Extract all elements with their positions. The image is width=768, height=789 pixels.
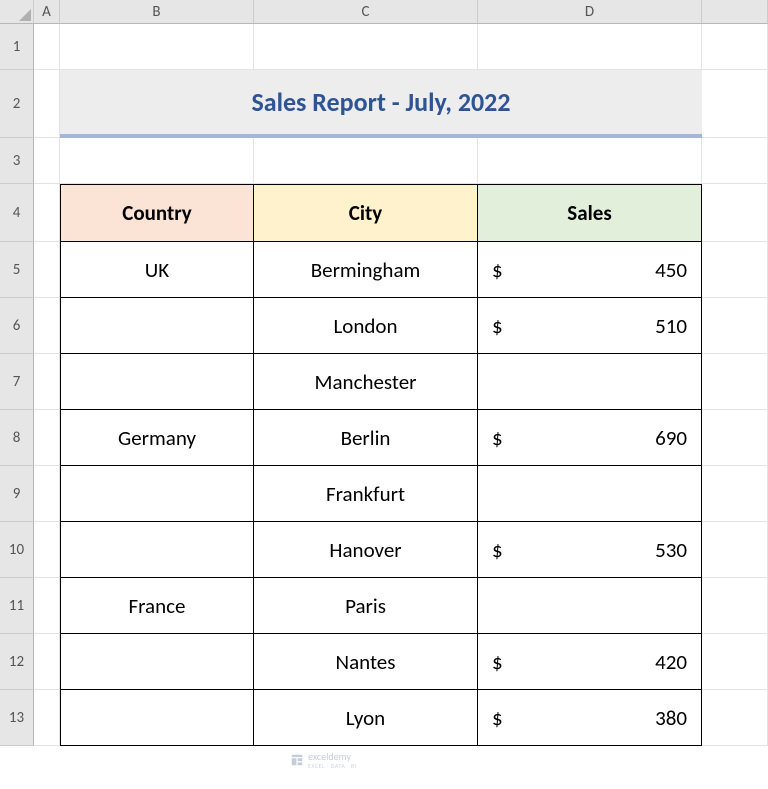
cell-country-3[interactable]: Germany [60, 410, 254, 466]
cell-E12[interactable] [702, 634, 768, 690]
cell-country-1[interactable] [60, 298, 254, 354]
currency-symbol: $ [492, 313, 503, 339]
row-header-1[interactable]: 1 [0, 24, 34, 70]
cell-sales-5[interactable]: $530 [478, 522, 702, 578]
currency-symbol: $ [492, 257, 503, 283]
col-header-extra[interactable] [702, 0, 768, 24]
cell-E3[interactable] [702, 138, 768, 184]
cell-country-2[interactable] [60, 354, 254, 410]
col-header-B[interactable]: B [60, 0, 254, 24]
cell-D1[interactable] [478, 24, 702, 70]
cell-city-6[interactable]: Paris [254, 578, 478, 634]
cell-E5[interactable] [702, 242, 768, 298]
cell-city-2[interactable]: Manchester [254, 354, 478, 410]
cell-E2[interactable] [702, 70, 768, 138]
sales-value: 450 [655, 257, 687, 283]
col-header-D[interactable]: D [478, 0, 702, 24]
sales-value: 420 [655, 649, 687, 675]
cell-A4[interactable] [34, 184, 60, 242]
cell-A3[interactable] [34, 138, 60, 184]
cell-sales-6[interactable] [478, 578, 702, 634]
sales-value: 510 [655, 313, 687, 339]
row-header-11[interactable]: 11 [0, 578, 34, 634]
watermark: exceldemy EXCEL · DATA · BI [290, 750, 357, 770]
select-all-corner[interactable] [0, 0, 34, 24]
row-header-7[interactable]: 7 [0, 354, 34, 410]
cell-city-7[interactable]: Nantes [254, 634, 478, 690]
currency-symbol: $ [492, 425, 503, 451]
cell-B1[interactable] [60, 24, 254, 70]
cell-country-6[interactable]: France [60, 578, 254, 634]
cell-D3[interactable] [478, 138, 702, 184]
watermark-logo-icon [290, 753, 304, 767]
row-header-3[interactable]: 3 [0, 138, 34, 184]
cell-A8[interactable] [34, 410, 60, 466]
cell-E13[interactable] [702, 690, 768, 746]
cell-E7[interactable] [702, 354, 768, 410]
cell-E6[interactable] [702, 298, 768, 354]
row-header-9[interactable]: 9 [0, 466, 34, 522]
table-header-city[interactable]: City [254, 184, 478, 242]
cell-A6[interactable] [34, 298, 60, 354]
cell-C1[interactable] [254, 24, 478, 70]
cell-country-4[interactable] [60, 466, 254, 522]
table-header-country[interactable]: Country [60, 184, 254, 242]
cell-A7[interactable] [34, 354, 60, 410]
cell-sales-2[interactable] [478, 354, 702, 410]
cell-country-8[interactable] [60, 690, 254, 746]
cell-city-4[interactable]: Frankfurt [254, 466, 478, 522]
cell-E8[interactable] [702, 410, 768, 466]
cell-A2[interactable] [34, 70, 60, 138]
cell-country-0[interactable]: UK [60, 242, 254, 298]
report-title[interactable]: Sales Report - July, 2022 [60, 70, 702, 138]
cell-city-3[interactable]: Berlin [254, 410, 478, 466]
cell-C3[interactable] [254, 138, 478, 184]
sales-value: 690 [655, 425, 687, 451]
row-header-12[interactable]: 12 [0, 634, 34, 690]
row-header-6[interactable]: 6 [0, 298, 34, 354]
col-header-C[interactable]: C [254, 0, 478, 24]
cell-A1[interactable] [34, 24, 60, 70]
currency-symbol: $ [492, 705, 503, 731]
watermark-text: exceldemy EXCEL · DATA · BI [308, 750, 357, 770]
row-header-10[interactable]: 10 [0, 522, 34, 578]
row-header-4[interactable]: 4 [0, 184, 34, 242]
cell-A9[interactable] [34, 466, 60, 522]
cell-country-5[interactable] [60, 522, 254, 578]
cell-country-7[interactable] [60, 634, 254, 690]
cell-sales-0[interactable]: $450 [478, 242, 702, 298]
cell-sales-7[interactable]: $420 [478, 634, 702, 690]
spreadsheet-grid: A B C D 1 2 Sales Report - July, 2022 3 … [0, 0, 768, 746]
currency-symbol: $ [492, 537, 503, 563]
cell-A12[interactable] [34, 634, 60, 690]
cell-city-1[interactable]: London [254, 298, 478, 354]
currency-symbol: $ [492, 649, 503, 675]
cell-city-0[interactable]: Bermingham [254, 242, 478, 298]
cell-A5[interactable] [34, 242, 60, 298]
row-header-8[interactable]: 8 [0, 410, 34, 466]
cell-sales-3[interactable]: $690 [478, 410, 702, 466]
cell-sales-4[interactable] [478, 466, 702, 522]
sales-value: 380 [655, 705, 687, 731]
cell-E9[interactable] [702, 466, 768, 522]
cell-sales-1[interactable]: $510 [478, 298, 702, 354]
row-header-2[interactable]: 2 [0, 70, 34, 138]
row-header-5[interactable]: 5 [0, 242, 34, 298]
cell-sales-8[interactable]: $380 [478, 690, 702, 746]
cell-E10[interactable] [702, 522, 768, 578]
row-header-13[interactable]: 13 [0, 690, 34, 746]
table-header-sales[interactable]: Sales [478, 184, 702, 242]
cell-city-5[interactable]: Hanover [254, 522, 478, 578]
cell-A13[interactable] [34, 690, 60, 746]
cell-B3[interactable] [60, 138, 254, 184]
cell-E4[interactable] [702, 184, 768, 242]
cell-city-8[interactable]: Lyon [254, 690, 478, 746]
watermark-tagline: EXCEL · DATA · BI [308, 762, 357, 770]
cell-A11[interactable] [34, 578, 60, 634]
col-header-A[interactable]: A [34, 0, 60, 24]
cell-E1[interactable] [702, 24, 768, 70]
cell-E11[interactable] [702, 578, 768, 634]
cell-A10[interactable] [34, 522, 60, 578]
sales-value: 530 [655, 537, 687, 563]
